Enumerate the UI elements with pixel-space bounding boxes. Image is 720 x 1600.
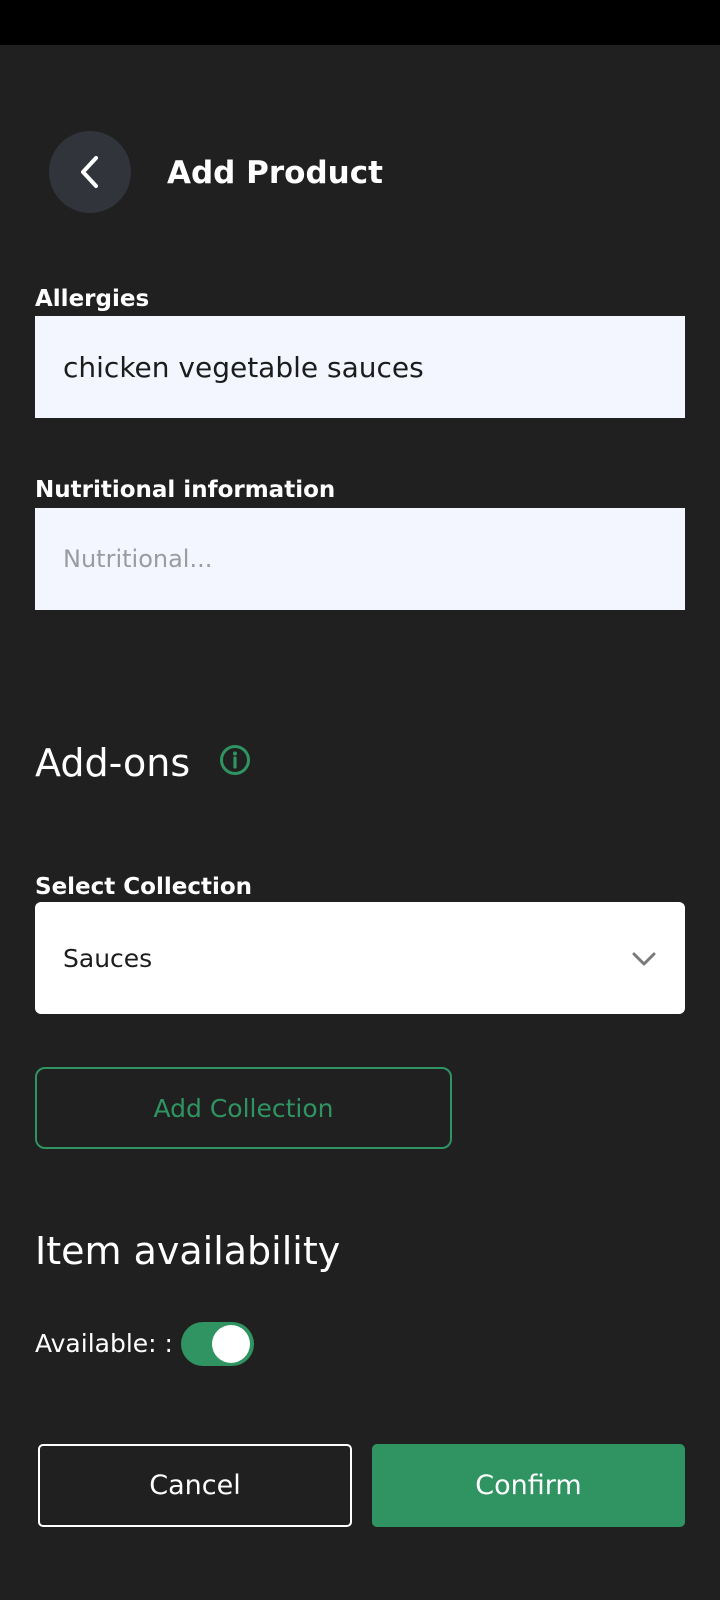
addons-heading: Add-ons	[35, 741, 191, 785]
info-icon[interactable]	[219, 744, 251, 776]
availability-toggle[interactable]	[181, 1322, 254, 1366]
status-bar	[0, 0, 720, 45]
nutritional-input[interactable]: Nutritional...	[35, 508, 685, 610]
back-button[interactable]	[49, 131, 131, 213]
page-title: Add Product	[167, 155, 383, 191]
add-collection-button[interactable]: Add Collection	[35, 1067, 452, 1149]
nutritional-label: Nutritional information	[35, 477, 336, 503]
collection-select-value: Sauces	[63, 943, 153, 973]
item-availability-heading: Item availability	[35, 1229, 341, 1273]
select-collection-label: Select Collection	[35, 874, 253, 900]
available-label: Available: :	[35, 1329, 173, 1358]
cancel-button[interactable]: Cancel	[38, 1444, 352, 1527]
allergies-label: Allergies	[35, 286, 150, 312]
confirm-button[interactable]: Confirm	[372, 1444, 685, 1527]
allergies-input[interactable]: chicken vegetable sauces	[35, 316, 685, 418]
allergies-value: chicken vegetable sauces	[63, 350, 424, 384]
chevron-down-icon	[631, 944, 657, 973]
toggle-knob	[212, 1325, 250, 1363]
collection-select[interactable]: Sauces	[35, 902, 685, 1014]
nutritional-placeholder: Nutritional...	[63, 545, 213, 573]
chevron-left-icon	[77, 154, 103, 190]
